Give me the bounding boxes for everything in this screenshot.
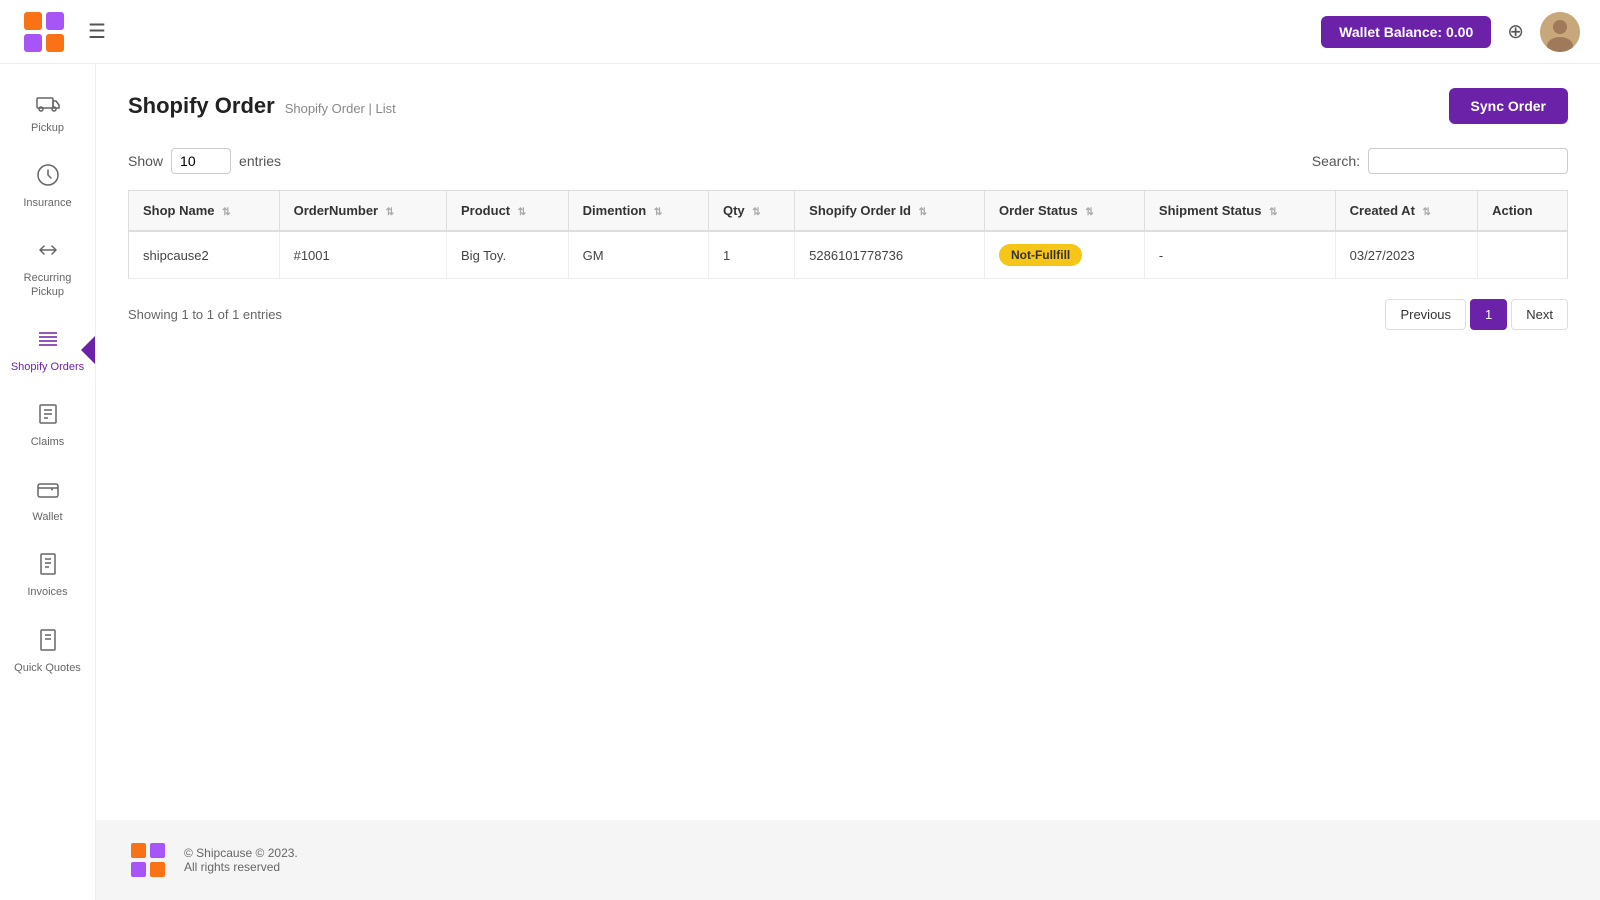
hamburger-icon[interactable]: ☰ (88, 19, 106, 44)
page-title: Shopify Order (128, 93, 275, 119)
col-qty: Qty ⇅ (708, 191, 794, 232)
sidebar-item-pickup[interactable]: Pickup (0, 74, 95, 149)
data-table: Shop Name ⇅ OrderNumber ⇅ Product ⇅ Di (128, 190, 1568, 279)
breadcrumb: Shopify Order | List (285, 101, 396, 116)
sort-icon-qty[interactable]: ⇅ (752, 207, 760, 218)
sidebar-item-quick-quotes[interactable]: Quick Quotes (0, 614, 95, 689)
sort-icon-order-status[interactable]: ⇅ (1085, 207, 1093, 218)
sync-order-button[interactable]: Sync Order (1449, 88, 1568, 124)
shopify-orders-icon (36, 327, 60, 357)
breadcrumb-separator: | (369, 101, 376, 116)
cell-qty: 1 (708, 231, 794, 279)
quick-quotes-icon (36, 628, 60, 658)
header: SHIP CAUSE ☰ Wallet Balance: 0.00 ⊕ (0, 0, 1600, 64)
sidebar-label-wallet: Wallet (32, 511, 62, 524)
sort-icon-product[interactable]: ⇅ (518, 207, 526, 218)
page-header: Shopify Order Shopify Order | List Sync … (128, 88, 1568, 124)
entries-label: entries (239, 153, 281, 169)
sidebar-label-recurring-pickup: Recurring Pickup (8, 272, 87, 298)
cell-dimention: GM (568, 231, 708, 279)
show-entries: Show entries (128, 148, 281, 174)
sidebar-label-pickup: Pickup (31, 122, 64, 135)
cell-shopify-order-id: 5286101778736 (795, 231, 985, 279)
avatar[interactable] (1540, 12, 1580, 52)
crosshair-icon[interactable]: ⊕ (1507, 19, 1524, 44)
pickup-icon (36, 88, 60, 118)
sidebar-item-invoices[interactable]: Invoices (0, 538, 95, 613)
header-right: Wallet Balance: 0.00 ⊕ (1321, 12, 1580, 52)
previous-button[interactable]: Previous (1385, 299, 1466, 330)
sort-icon-shopify-order-id[interactable]: ⇅ (919, 207, 927, 218)
sidebar-label-quick-quotes: Quick Quotes (14, 662, 81, 675)
search-label: Search: (1312, 153, 1360, 169)
col-dimention: Dimention ⇅ (568, 191, 708, 232)
col-created-at: Created At ⇅ (1335, 191, 1478, 232)
cell-product: Big Toy. (447, 231, 569, 279)
col-shipment-status: Shipment Status ⇅ (1144, 191, 1335, 232)
recurring-pickup-icon (36, 238, 60, 268)
col-order-status: Order Status ⇅ (984, 191, 1144, 232)
cell-shop-name: shipcause2 (129, 231, 280, 279)
cell-created-at: 03/27/2023 (1335, 231, 1478, 279)
footer-logo (128, 840, 168, 880)
layout: Pickup Insurance Recurring Pickup (0, 64, 1600, 900)
main-content: Shopify Order Shopify Order | List Sync … (96, 64, 1600, 900)
sort-icon-shipment-status[interactable]: ⇅ (1269, 207, 1277, 218)
footer-rights: All rights reserved (184, 860, 298, 874)
footer-text: © Shipcause © 2023. All rights reserved (184, 846, 298, 874)
page-1-button[interactable]: 1 (1470, 299, 1507, 330)
sidebar-label-invoices: Invoices (27, 586, 67, 599)
sidebar-label-claims: Claims (31, 436, 65, 449)
col-shopify-order-id: Shopify Order Id ⇅ (795, 191, 985, 232)
cell-shipment-status: - (1144, 231, 1335, 279)
pagination: Previous 1 Next (1385, 299, 1568, 330)
showing-text: Showing 1 to 1 of 1 entries (128, 307, 282, 322)
logo: SHIP CAUSE (20, 8, 68, 56)
col-product: Product ⇅ (447, 191, 569, 232)
search-input[interactable] (1368, 148, 1568, 174)
table-header: Shop Name ⇅ OrderNumber ⇅ Product ⇅ Di (129, 191, 1568, 232)
sidebar-item-recurring-pickup[interactable]: Recurring Pickup (0, 224, 95, 312)
col-shop-name: Shop Name ⇅ (129, 191, 280, 232)
sidebar-item-claims[interactable]: Claims (0, 388, 95, 463)
page-title-section: Shopify Order Shopify Order | List (128, 93, 396, 119)
sort-icon-created-at[interactable]: ⇅ (1423, 207, 1431, 218)
pagination-area: Showing 1 to 1 of 1 entries Previous 1 N… (128, 299, 1568, 330)
wallet-icon (36, 477, 60, 507)
cell-order-number: #1001 (279, 231, 446, 279)
table-controls: Show entries Search: (128, 148, 1568, 174)
sidebar-item-shopify-orders[interactable]: Shopify Orders (0, 313, 95, 388)
col-action: Action (1478, 191, 1568, 232)
sort-icon-dimention[interactable]: ⇅ (654, 207, 662, 218)
cell-order-status: Not-Fullfill (984, 231, 1144, 279)
sidebar: Pickup Insurance Recurring Pickup (0, 64, 96, 900)
col-order-number: OrderNumber ⇅ (279, 191, 446, 232)
footer-copyright: © Shipcause © 2023. (184, 846, 298, 860)
table-body: shipcause2 #1001 Big Toy. GM 1 528610177… (129, 231, 1568, 279)
header-left: SHIP CAUSE ☰ (20, 8, 106, 56)
search-box: Search: (1312, 148, 1568, 174)
breadcrumb-current: List (376, 101, 396, 116)
insurance-icon (36, 163, 60, 193)
wallet-balance-button[interactable]: Wallet Balance: 0.00 (1321, 16, 1491, 48)
content-area: Shopify Order Shopify Order | List Sync … (96, 64, 1600, 820)
sort-icon-shop-name[interactable]: ⇅ (222, 207, 230, 218)
invoices-icon (36, 552, 60, 582)
cell-action (1478, 231, 1568, 279)
sidebar-item-wallet[interactable]: Wallet (0, 463, 95, 538)
sidebar-label-shopify-orders: Shopify Orders (11, 361, 84, 374)
show-label: Show (128, 153, 163, 169)
table-row: shipcause2 #1001 Big Toy. GM 1 528610177… (129, 231, 1568, 279)
breadcrumb-link[interactable]: Shopify Order (285, 101, 365, 116)
order-status-badge: Not-Fullfill (999, 244, 1082, 266)
sidebar-label-insurance: Insurance (23, 197, 71, 210)
next-button[interactable]: Next (1511, 299, 1568, 330)
sidebar-item-insurance[interactable]: Insurance (0, 149, 95, 224)
claims-icon (36, 402, 60, 432)
sort-icon-order-number[interactable]: ⇅ (386, 207, 394, 218)
entries-input[interactable] (171, 148, 231, 174)
footer: © Shipcause © 2023. All rights reserved (96, 820, 1600, 900)
